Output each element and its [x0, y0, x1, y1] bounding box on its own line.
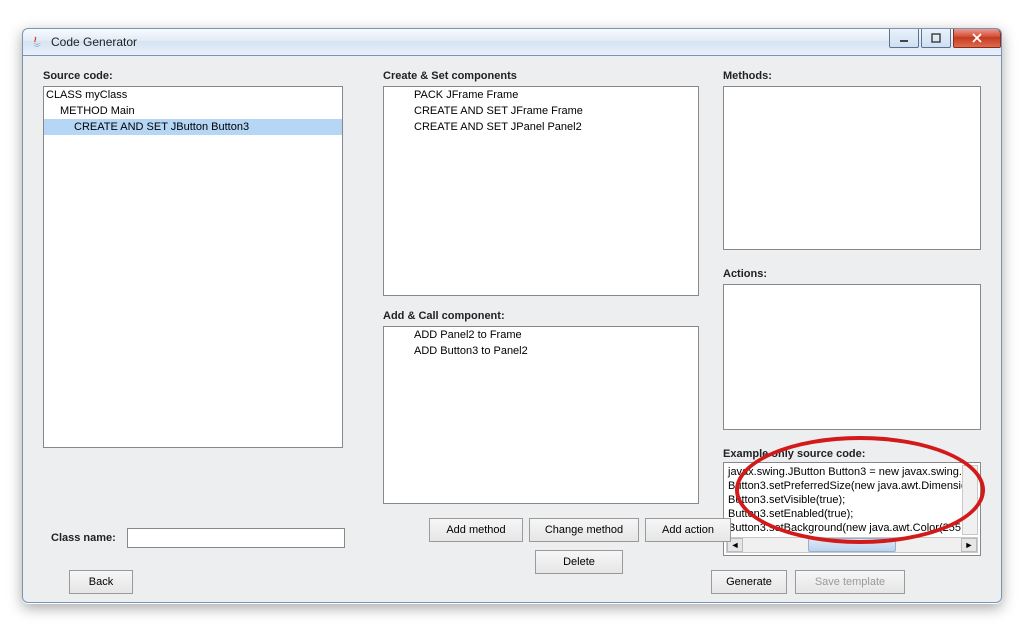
vertical-scrollbar[interactable] [962, 465, 978, 535]
back-button[interactable]: Back [69, 570, 133, 594]
add-call-label: Add & Call component: [383, 310, 505, 322]
class-name-label: Class name: [51, 532, 116, 544]
scroll-thumb[interactable] [808, 538, 895, 552]
source-tree-item[interactable]: CREATE AND SET JButton Button3 [44, 119, 342, 135]
add-call-item[interactable]: ADD Button3 to Panel2 [384, 343, 698, 359]
class-name-input[interactable] [127, 528, 345, 548]
actions-list[interactable] [723, 284, 981, 430]
create-set-item[interactable]: PACK JFrame Frame [384, 87, 698, 103]
close-button[interactable] [953, 29, 1001, 48]
example-code-line: Button3.setPreferredSize(new java.awt.Di… [728, 479, 960, 493]
delete-button[interactable]: Delete [535, 550, 623, 574]
source-code-tree[interactable]: CLASS myClassMETHOD MainCREATE AND SET J… [43, 86, 343, 448]
window-controls [889, 29, 1001, 48]
add-call-item[interactable]: ADD Panel2 to Frame [384, 327, 698, 343]
add-action-button[interactable]: Add action [645, 518, 731, 542]
example-source-textarea[interactable]: javax.swing.JButton Button3 = new javax.… [723, 462, 981, 556]
methods-list[interactable] [723, 86, 981, 250]
app-window: Code Generator Source code: CLASS myClas… [22, 28, 1002, 604]
minimize-button[interactable] [889, 29, 919, 48]
example-code-line: javax.swing.JButton Button3 = new javax.… [728, 465, 960, 479]
horizontal-scrollbar[interactable]: ◄ ► [726, 537, 978, 553]
example-code-label: Example only source code: [723, 448, 865, 460]
generate-button[interactable]: Generate [711, 570, 787, 594]
source-code-label: Source code: [43, 70, 113, 82]
window-title: Code Generator [51, 35, 137, 49]
create-set-list[interactable]: PACK JFrame FrameCREATE AND SET JFrame F… [383, 86, 699, 296]
titlebar: Code Generator [22, 28, 1002, 56]
java-icon [29, 34, 45, 50]
example-code-line: Button3.setVisible(true); [728, 493, 960, 507]
window-body: Source code: CLASS myClassMETHOD MainCRE… [22, 56, 1002, 603]
example-code-line: Button3.setEnabled(true); [728, 507, 960, 521]
actions-label: Actions: [723, 268, 767, 280]
scroll-right-arrow[interactable]: ► [961, 538, 977, 552]
create-set-item[interactable]: CREATE AND SET JPanel Panel2 [384, 119, 698, 135]
scroll-track[interactable] [743, 538, 961, 552]
add-method-button[interactable]: Add method [429, 518, 523, 542]
example-code-line: Button3.setBackground(new java.awt.Color… [728, 521, 960, 535]
methods-label: Methods: [723, 70, 772, 82]
change-method-button[interactable]: Change method [529, 518, 639, 542]
source-tree-item[interactable]: CLASS myClass [44, 87, 342, 103]
add-call-list[interactable]: ADD Panel2 to FrameADD Button3 to Panel2 [383, 326, 699, 504]
create-set-item[interactable]: CREATE AND SET JFrame Frame [384, 103, 698, 119]
maximize-button[interactable] [921, 29, 951, 48]
create-set-label: Create & Set components [383, 70, 517, 82]
source-tree-item[interactable]: METHOD Main [44, 103, 342, 119]
save-template-button[interactable]: Save template [795, 570, 905, 594]
